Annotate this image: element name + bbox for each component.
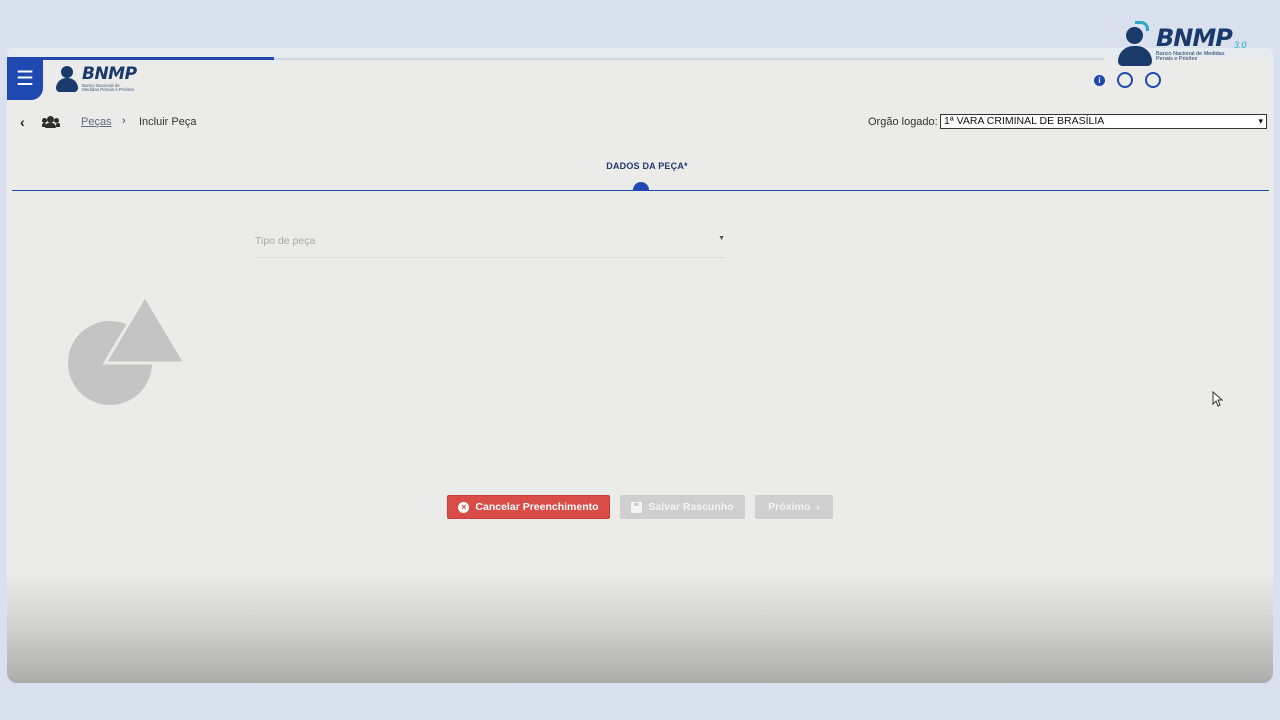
logo-person-icon	[55, 64, 79, 94]
logo-text: BNMP	[82, 63, 137, 84]
save-draft-label: Salvar Rascunho	[648, 501, 734, 513]
logo-subtitle: Banco Nacional de Medidas Penais e Prisõ…	[82, 82, 135, 92]
chevron-down-icon: ▾	[1258, 116, 1263, 126]
next-label: Próximo	[768, 501, 811, 513]
chevron-right-icon: ›	[816, 501, 820, 513]
hamburger-menu-button[interactable]: ☰	[7, 57, 43, 100]
breadcrumb-separator: ›	[122, 115, 126, 127]
corner-logo: BNMP 3.0 Banco Nacional de Medidas Penai…	[1117, 18, 1257, 70]
corner-logo-version: 3.0	[1233, 39, 1247, 50]
corner-logo-person-icon	[1117, 21, 1153, 67]
page-progress-bar	[43, 57, 274, 60]
corner-logo-text: BNMP	[1156, 23, 1233, 52]
orgao-selected-value: 1ª VARA CRIMINAL DE BRASÍLIA	[944, 115, 1105, 127]
tipo-peca-placeholder: Tipo de peça	[255, 235, 316, 247]
cancel-fill-button[interactable]: × Cancelar Preenchimento	[447, 495, 610, 519]
accessibility-icon[interactable]	[1117, 72, 1133, 88]
hamburger-menu-icon: ☰	[16, 68, 34, 90]
chevron-left-icon[interactable]: ‹	[20, 114, 25, 130]
corner-logo-subtitle: Banco Nacional de Medidas Penais e Prisõ…	[1156, 50, 1225, 62]
page-progress-track	[274, 58, 1104, 60]
info-icon[interactable]: i	[1094, 74, 1105, 86]
floppy-disk-icon	[631, 501, 643, 513]
header-icons: i	[1094, 72, 1161, 88]
user-menu-icon[interactable]	[1145, 72, 1161, 88]
tipo-peca-select[interactable]: Tipo de peça ▼	[255, 226, 725, 258]
breadcrumb-link-pecas[interactable]: Peças	[81, 116, 112, 128]
users-icon	[42, 116, 60, 128]
next-button[interactable]: Próximo ›	[755, 495, 833, 519]
app-window: ☰ BNMP Banco Nacional de Medidas Penais …	[7, 48, 1273, 683]
breadcrumb-current: Incluir Peça	[139, 116, 197, 128]
form-actions: × Cancelar Preenchimento Salvar Rascunho…	[447, 495, 833, 519]
dropdown-arrow-icon: ▼	[718, 235, 725, 242]
orgao-select[interactable]: 1ª VARA CRIMINAL DE BRASÍLIA ▾	[940, 114, 1267, 129]
empty-state-shapes-icon	[68, 293, 188, 405]
header-logo[interactable]: BNMP Banco Nacional de Medidas Penais e …	[55, 62, 138, 96]
mouse-cursor-icon	[1212, 391, 1224, 407]
cancel-fill-label: Cancelar Preenchimento	[475, 501, 599, 513]
step-title: DADOS DA PEÇA*	[606, 161, 688, 171]
stepper-line	[12, 190, 1269, 191]
orgao-label: Orgão logado:	[868, 116, 938, 128]
close-circle-icon: ×	[458, 501, 470, 513]
save-draft-button[interactable]: Salvar Rascunho	[620, 495, 745, 519]
